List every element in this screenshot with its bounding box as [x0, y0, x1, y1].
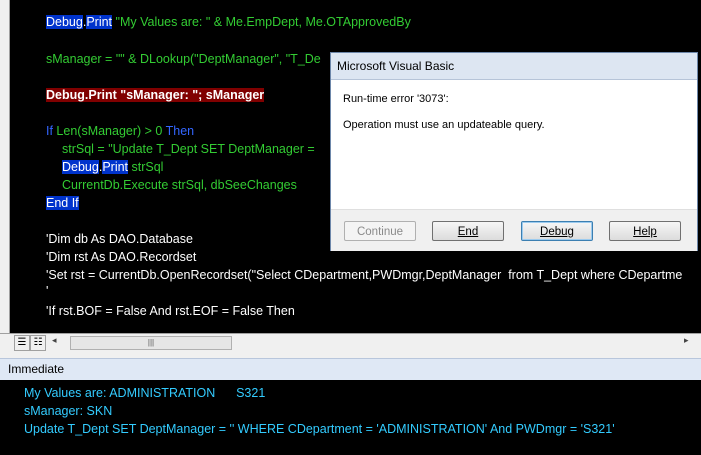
- immediate-window-title-bar[interactable]: Immediate: [0, 358, 701, 381]
- code-line-13[interactable]: 'If rst.BOF = False And rst.EOF = False …: [46, 303, 295, 319]
- procedure-view-icon[interactable]: ☰: [14, 335, 30, 351]
- code-line-9[interactable]: 'Dim db As DAO.Database: [46, 231, 193, 247]
- code-line-7[interactable]: CurrentDb.Execute strSql, dbSeeChanges: [62, 177, 297, 193]
- end-button[interactable]: End: [432, 221, 504, 241]
- dialog-title-bar[interactable]: Microsoft Visual Basic: [331, 53, 697, 80]
- immediate-output-line: Update T_Dept SET DeptManager = '' WHERE…: [24, 422, 615, 436]
- immediate-output-line: My Values are: ADMINISTRATION S321: [24, 386, 266, 400]
- code-line-6[interactable]: Debug.Print strSql: [62, 159, 163, 175]
- immediate-output-line: sManager: SKN: [24, 404, 113, 418]
- debug-button[interactable]: Debug: [521, 221, 593, 241]
- horizontal-scrollbar[interactable]: ☰ ☷ ◂ ||| ▸: [0, 333, 701, 351]
- code-line-1[interactable]: Debug.Print "My Values are: " & Me.EmpDe…: [46, 14, 411, 30]
- code-line-4[interactable]: If Len(sManager) > 0 Then: [46, 123, 194, 139]
- continue-button[interactable]: Continue: [344, 221, 416, 241]
- error-code-text: Run-time error '3073':: [343, 93, 449, 105]
- error-message-text: Operation must use an updateable query.: [343, 119, 545, 131]
- immediate-window-title: Immediate: [8, 362, 65, 376]
- pane-splitter[interactable]: [0, 351, 701, 358]
- code-line-11[interactable]: 'Set rst = CurrentDb.OpenRecordset("Sele…: [46, 267, 682, 283]
- full-module-view-icon[interactable]: ☷: [30, 335, 46, 351]
- help-button[interactable]: Help: [609, 221, 681, 241]
- code-line-8[interactable]: End If: [46, 195, 79, 211]
- dialog-title: Microsoft Visual Basic: [337, 59, 455, 73]
- code-line-breakpoint[interactable]: Debug.Print "sManager: "; sManager: [46, 87, 265, 103]
- dialog-button-bar: Continue End Debug Help: [331, 209, 697, 251]
- code-line-12[interactable]: ': [46, 283, 48, 299]
- scroll-right-arrow-icon[interactable]: ▸: [684, 336, 689, 346]
- runtime-error-dialog: Microsoft Visual Basic Run-time error '3…: [330, 52, 698, 251]
- scroll-left-arrow-icon[interactable]: ◂: [52, 336, 57, 346]
- code-line-2[interactable]: sManager = "" & DLookup("DeptManager", "…: [46, 51, 321, 67]
- scroll-thumb[interactable]: |||: [70, 336, 232, 350]
- immediate-window[interactable]: My Values are: ADMINISTRATION S321 sMana…: [0, 380, 701, 455]
- code-line-10[interactable]: 'Dim rst As DAO.Recordset: [46, 249, 196, 265]
- code-line-5[interactable]: strSql = "Update T_Dept SET DeptManager …: [62, 141, 318, 157]
